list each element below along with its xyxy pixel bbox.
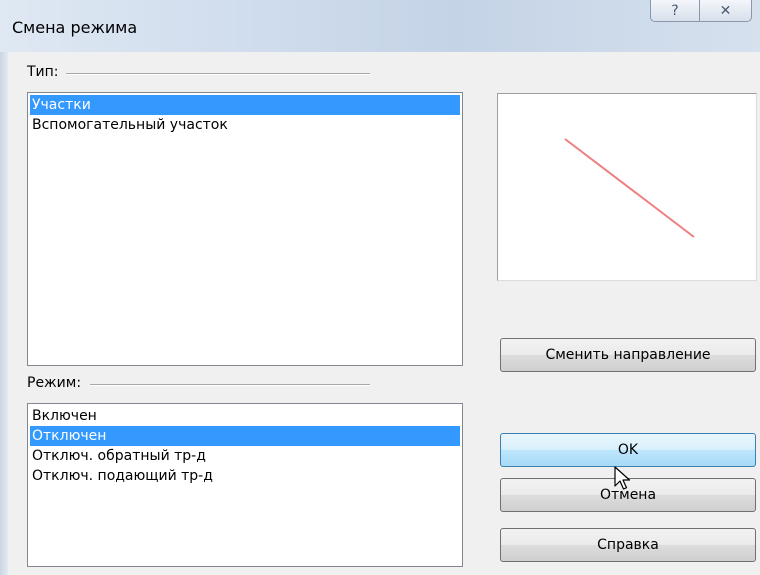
type-group-label: Тип: [27, 64, 63, 80]
question-mark-icon: ? [671, 3, 679, 19]
type-item-auxiliary[interactable]: Вспомогательный участок [30, 115, 460, 135]
window-title: Смена режима [12, 18, 138, 37]
mode-listbox[interactable]: Включен Отключен Отключ. обратный тр-д О… [27, 403, 463, 567]
ok-button[interactable]: OK [500, 433, 756, 467]
direction-line [564, 138, 695, 238]
direction-line-graphic [564, 138, 695, 238]
mode-item-supply-off[interactable]: Отключ. подающий тр-д [30, 466, 460, 486]
help-button[interactable]: Справка [500, 528, 756, 562]
help-title-button[interactable]: ? [650, 0, 700, 22]
type-group-divider [66, 73, 370, 75]
mode-item-off[interactable]: Отключен [30, 426, 460, 446]
mode-group-divider [90, 384, 370, 386]
change-direction-button[interactable]: Сменить направление [500, 338, 756, 372]
close-button[interactable]: ✕ [700, 0, 752, 22]
close-icon: ✕ [719, 3, 732, 19]
mouse-cursor-icon [614, 466, 631, 490]
direction-preview [497, 93, 757, 281]
type-item-uchastki[interactable]: Участки [30, 95, 460, 115]
window-frame [0, 52, 8, 575]
title-bar: Смена режима ? ✕ [0, 0, 760, 52]
mode-item-return-off[interactable]: Отключ. обратный тр-д [30, 446, 460, 466]
mode-item-on[interactable]: Включен [30, 406, 460, 426]
mode-group-label: Режим: [27, 375, 86, 391]
type-listbox[interactable]: Участки Вспомогательный участок [27, 92, 463, 366]
